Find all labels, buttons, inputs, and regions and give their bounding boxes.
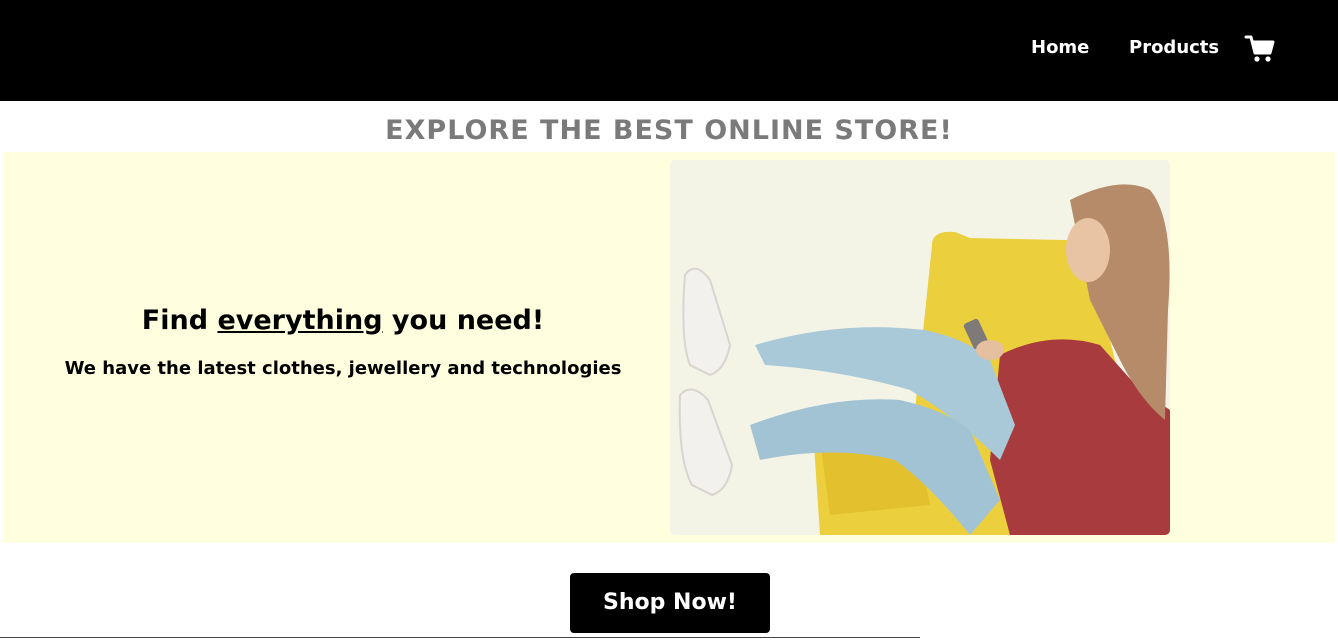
nav-products-link[interactable]: Products xyxy=(1129,36,1219,60)
shop-now-button[interactable]: Shop Now! xyxy=(570,573,770,633)
hero-subtitle: We have the latest clothes, jewellery an… xyxy=(64,358,622,379)
hero-title-emphasis: everything xyxy=(217,305,383,336)
nav-home-link[interactable]: Home xyxy=(1031,36,1089,60)
page-divider xyxy=(0,637,920,642)
hero-title: Find everything you need! xyxy=(3,302,683,340)
shopping-cart-icon[interactable] xyxy=(1244,34,1276,64)
hero-title-end: you need! xyxy=(382,305,545,336)
page-headline: EXPLORE THE BEST ONLINE STORE! xyxy=(385,115,953,146)
hero-title-start: Find xyxy=(141,305,218,336)
hero-banner: Find everything you need! We have the la… xyxy=(3,152,1335,543)
top-navbar: Home Products xyxy=(0,0,1338,101)
hero-image xyxy=(670,160,1170,535)
